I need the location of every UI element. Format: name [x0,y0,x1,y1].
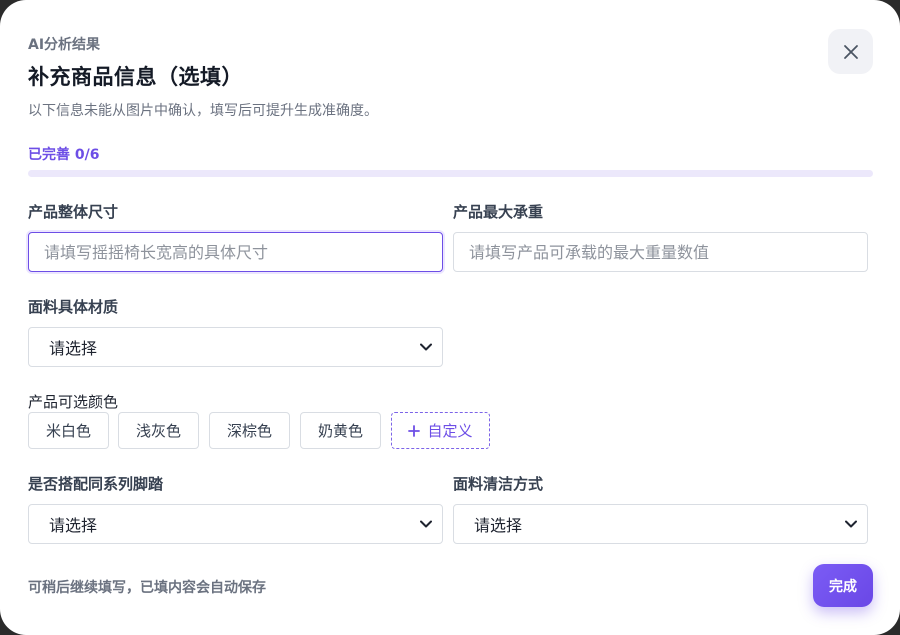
size-input[interactable] [28,232,443,272]
color-chip-light-gray[interactable]: 浅灰色 [118,412,199,449]
done-button[interactable]: 完成 [813,564,873,607]
cleaning-select[interactable]: 请选择 [453,504,868,544]
material-select[interactable]: 请选择 [28,327,443,367]
footrest-label: 是否搭配同系列脚踏 [28,475,164,493]
chevron-down-icon [845,520,857,528]
max-weight-label: 产品最大承重 [453,203,544,221]
add-custom-color-button[interactable]: 自定义 [391,412,490,449]
material-label: 面料具体材质 [28,298,119,316]
autosave-note: 可稍后继续填写，已填内容会自动保存 [28,580,266,596]
footrest-select-value: 请选择 [49,516,98,535]
cleaning-label: 面料清洁方式 [453,475,544,493]
color-chip-cream-yellow[interactable]: 奶黄色 [300,412,381,449]
supplement-info-dialog: AI分析结果 补充商品信息（选填） 以下信息未能从图片中确认，填写后可提升生成准… [0,0,900,635]
plus-icon [408,424,421,437]
chevron-down-icon [420,520,432,528]
add-custom-color-label: 自定义 [427,422,473,440]
dialog-eyebrow: AI分析结果 [28,37,101,53]
close-button[interactable] [828,29,873,74]
colors-label: 产品可选颜色 [28,393,119,411]
max-weight-input[interactable] [453,232,868,272]
chevron-down-icon [420,343,432,351]
close-icon [843,44,858,59]
footrest-select[interactable]: 请选择 [28,504,443,544]
dialog-subtitle: 以下信息未能从图片中确认，填写后可提升生成准确度。 [28,103,378,119]
size-label: 产品整体尺寸 [28,203,119,221]
material-select-value: 请选择 [49,339,98,358]
progress-bar [28,170,873,177]
cleaning-select-value: 请选择 [474,516,523,535]
color-chip-dark-brown[interactable]: 深棕色 [209,412,290,449]
progress-label: 已完善 0/6 [28,147,100,163]
dialog-title: 补充商品信息（选填） [28,65,243,89]
color-chip-cream-white[interactable]: 米白色 [28,412,109,449]
